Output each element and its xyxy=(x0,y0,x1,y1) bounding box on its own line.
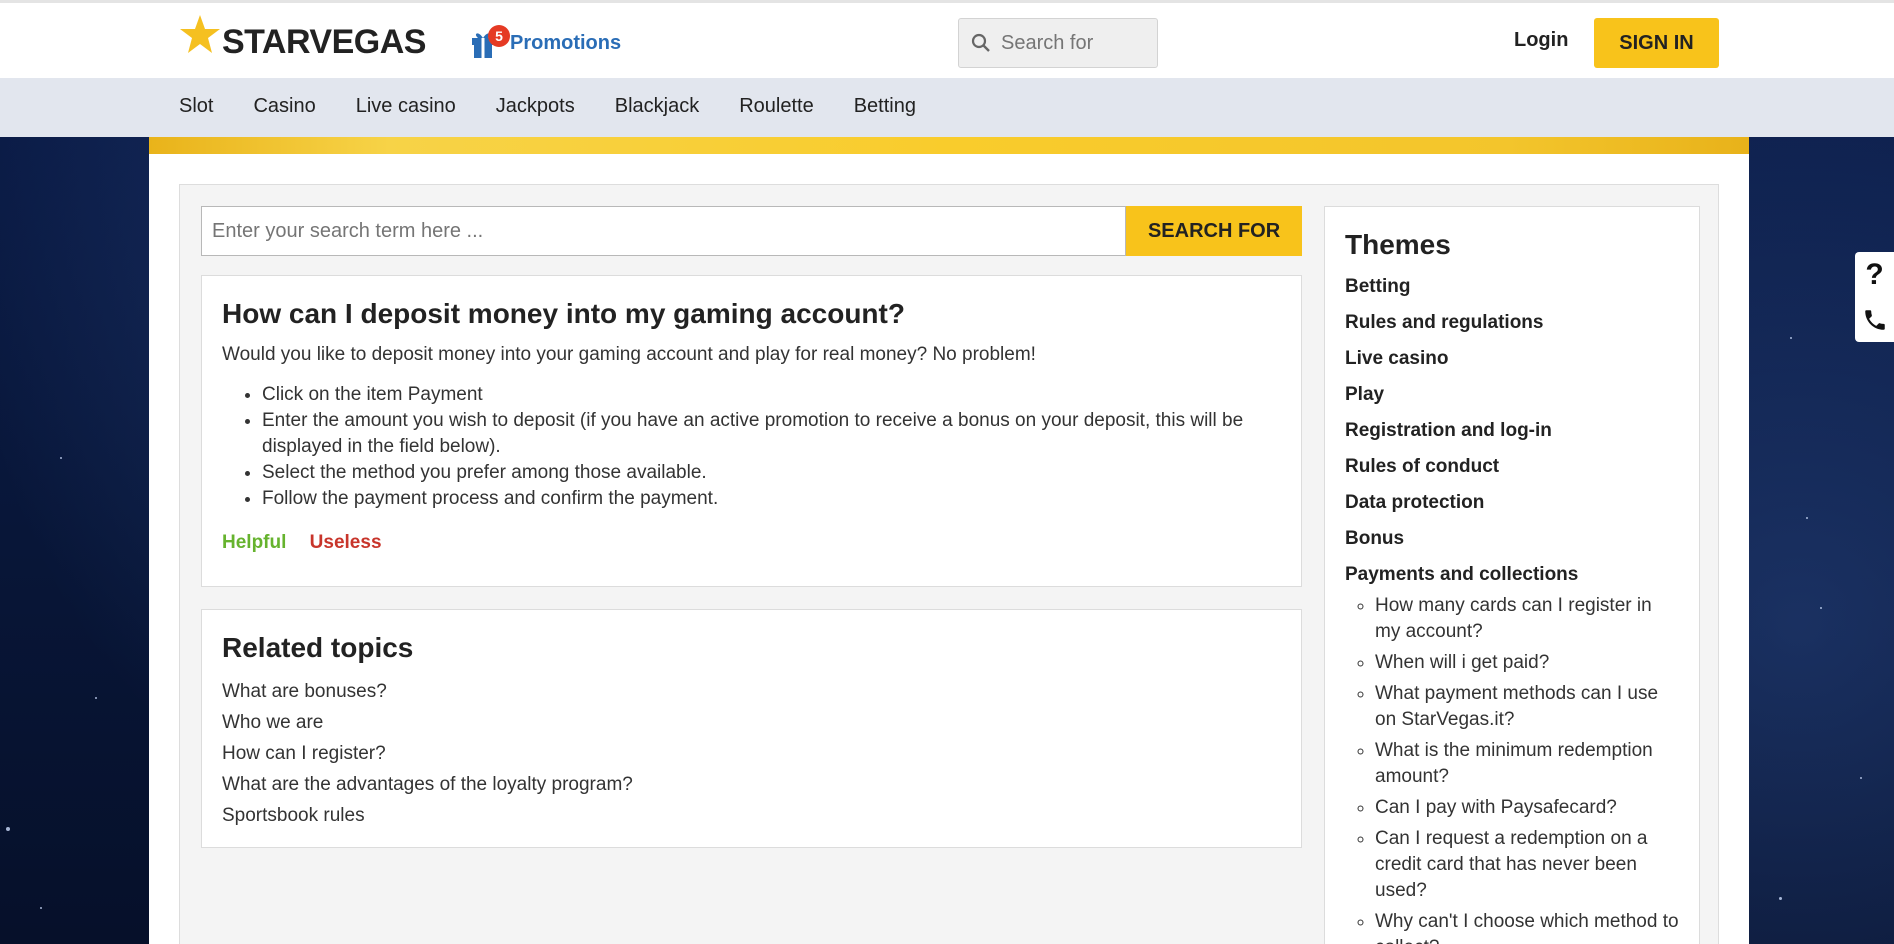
side-help-tools: ? xyxy=(1855,252,1894,342)
logo-text: STARVEGAS xyxy=(222,22,426,61)
content-container: SEARCH FOR How can I deposit money into … xyxy=(149,154,1749,944)
sign-in-button[interactable]: SIGN IN xyxy=(1594,18,1719,68)
article-step: Enter the amount you wish to deposit (if… xyxy=(262,408,1281,460)
theme-registration-and-log-in[interactable]: Registration and log-in xyxy=(1345,413,1679,449)
faq-search-button[interactable]: SEARCH FOR xyxy=(1126,206,1302,256)
article-steps: Click on the item Payment Enter the amou… xyxy=(262,382,1281,512)
theme-live-casino[interactable]: Live casino xyxy=(1345,341,1679,377)
related-link[interactable]: Sportsbook rules xyxy=(222,800,1281,831)
nav-item-live-casino[interactable]: Live casino xyxy=(356,95,456,118)
related-link[interactable]: Who we are xyxy=(222,707,1281,738)
themes-title: Themes xyxy=(1345,229,1451,260)
faq-search-input[interactable] xyxy=(201,206,1127,256)
question-icon[interactable]: ? xyxy=(1855,252,1894,297)
nav-item-betting[interactable]: Betting xyxy=(854,95,916,118)
header-search-box[interactable] xyxy=(958,18,1158,68)
theme-rules-of-conduct[interactable]: Rules of conduct xyxy=(1345,449,1679,485)
related-link[interactable]: How can I register? xyxy=(222,738,1281,769)
payment-question-link[interactable]: What is the minimum redemption amount? xyxy=(1375,738,1679,790)
faq-article: How can I deposit money into my gaming a… xyxy=(201,275,1302,587)
payment-question-link[interactable]: How many cards can I register in my acco… xyxy=(1375,593,1679,645)
useless-button[interactable]: Useless xyxy=(310,532,382,553)
related-link[interactable]: What are bonuses? xyxy=(222,676,1281,707)
theme-bonus[interactable]: Bonus xyxy=(1345,521,1679,557)
article-title: How can I deposit money into my gaming a… xyxy=(222,298,905,329)
starvegas-logo[interactable]: STARVEGAS xyxy=(178,15,426,61)
nav-item-jackpots[interactable]: Jackpots xyxy=(496,95,575,118)
related-link[interactable]: What are the advantages of the loyalty p… xyxy=(222,769,1281,800)
promotions-label: Promotions xyxy=(510,31,622,54)
theme-payments-label[interactable]: Payments and collections xyxy=(1345,564,1578,585)
top-header: STARVEGAS 5 Promotions Login SIGN IN xyxy=(0,0,1894,78)
payment-question-link[interactable]: What payment methods can I use on StarVe… xyxy=(1375,681,1679,733)
related-title: Related topics xyxy=(222,632,414,663)
theme-rules-and-regulations[interactable]: Rules and regulations xyxy=(1345,305,1679,341)
article-step: Follow the payment process and confirm t… xyxy=(262,486,1281,512)
gift-icon: 5 xyxy=(470,25,510,59)
payment-question-link[interactable]: Can I request a redemption on a credit c… xyxy=(1375,826,1679,904)
theme-play[interactable]: Play xyxy=(1345,377,1679,413)
promotions-link[interactable]: 5 Promotions xyxy=(470,25,621,61)
theme-betting[interactable]: Betting xyxy=(1345,269,1679,305)
payment-question-link[interactable]: Can I pay with Paysafecard? xyxy=(1375,795,1679,821)
header-search-input[interactable] xyxy=(1001,31,1151,55)
payment-question-link[interactable]: When will i get paid? xyxy=(1375,650,1679,676)
search-icon xyxy=(971,33,990,52)
nav-item-blackjack[interactable]: Blackjack xyxy=(615,95,699,118)
article-step: Click on the item Payment xyxy=(262,382,1281,408)
promotions-count-badge: 5 xyxy=(488,25,510,47)
related-topics: Related topics What are bonuses? Who we … xyxy=(201,609,1302,848)
article-lead: Would you like to deposit money into you… xyxy=(222,344,1036,365)
star-logo-icon xyxy=(180,15,220,53)
nav-item-slot[interactable]: Slot xyxy=(179,95,213,118)
themes-sidebar: Themes Betting Rules and regulations Liv… xyxy=(1324,206,1700,944)
faq-search-row: SEARCH FOR xyxy=(201,206,1302,256)
gold-banner-stripe xyxy=(149,137,1749,154)
theme-data-protection[interactable]: Data protection xyxy=(1345,485,1679,521)
payment-question-link[interactable]: Why can't I choose which method to colle… xyxy=(1375,909,1679,944)
theme-payments-and-collections: Payments and collections How many cards … xyxy=(1345,557,1679,944)
nav-item-roulette[interactable]: Roulette xyxy=(739,95,814,118)
article-step: Select the method you prefer among those… xyxy=(262,460,1281,486)
phone-icon[interactable] xyxy=(1855,297,1894,342)
payments-questions: How many cards can I register in my acco… xyxy=(1375,593,1679,944)
nav-item-casino[interactable]: Casino xyxy=(253,95,315,118)
main-nav: Slot Casino Live casino Jackpots Blackja… xyxy=(0,78,1894,137)
faq-panel: SEARCH FOR How can I deposit money into … xyxy=(179,184,1719,944)
helpful-button[interactable]: Helpful xyxy=(222,532,286,553)
login-link[interactable]: Login xyxy=(1514,29,1568,52)
article-feedback: Helpful Useless xyxy=(222,532,1281,554)
